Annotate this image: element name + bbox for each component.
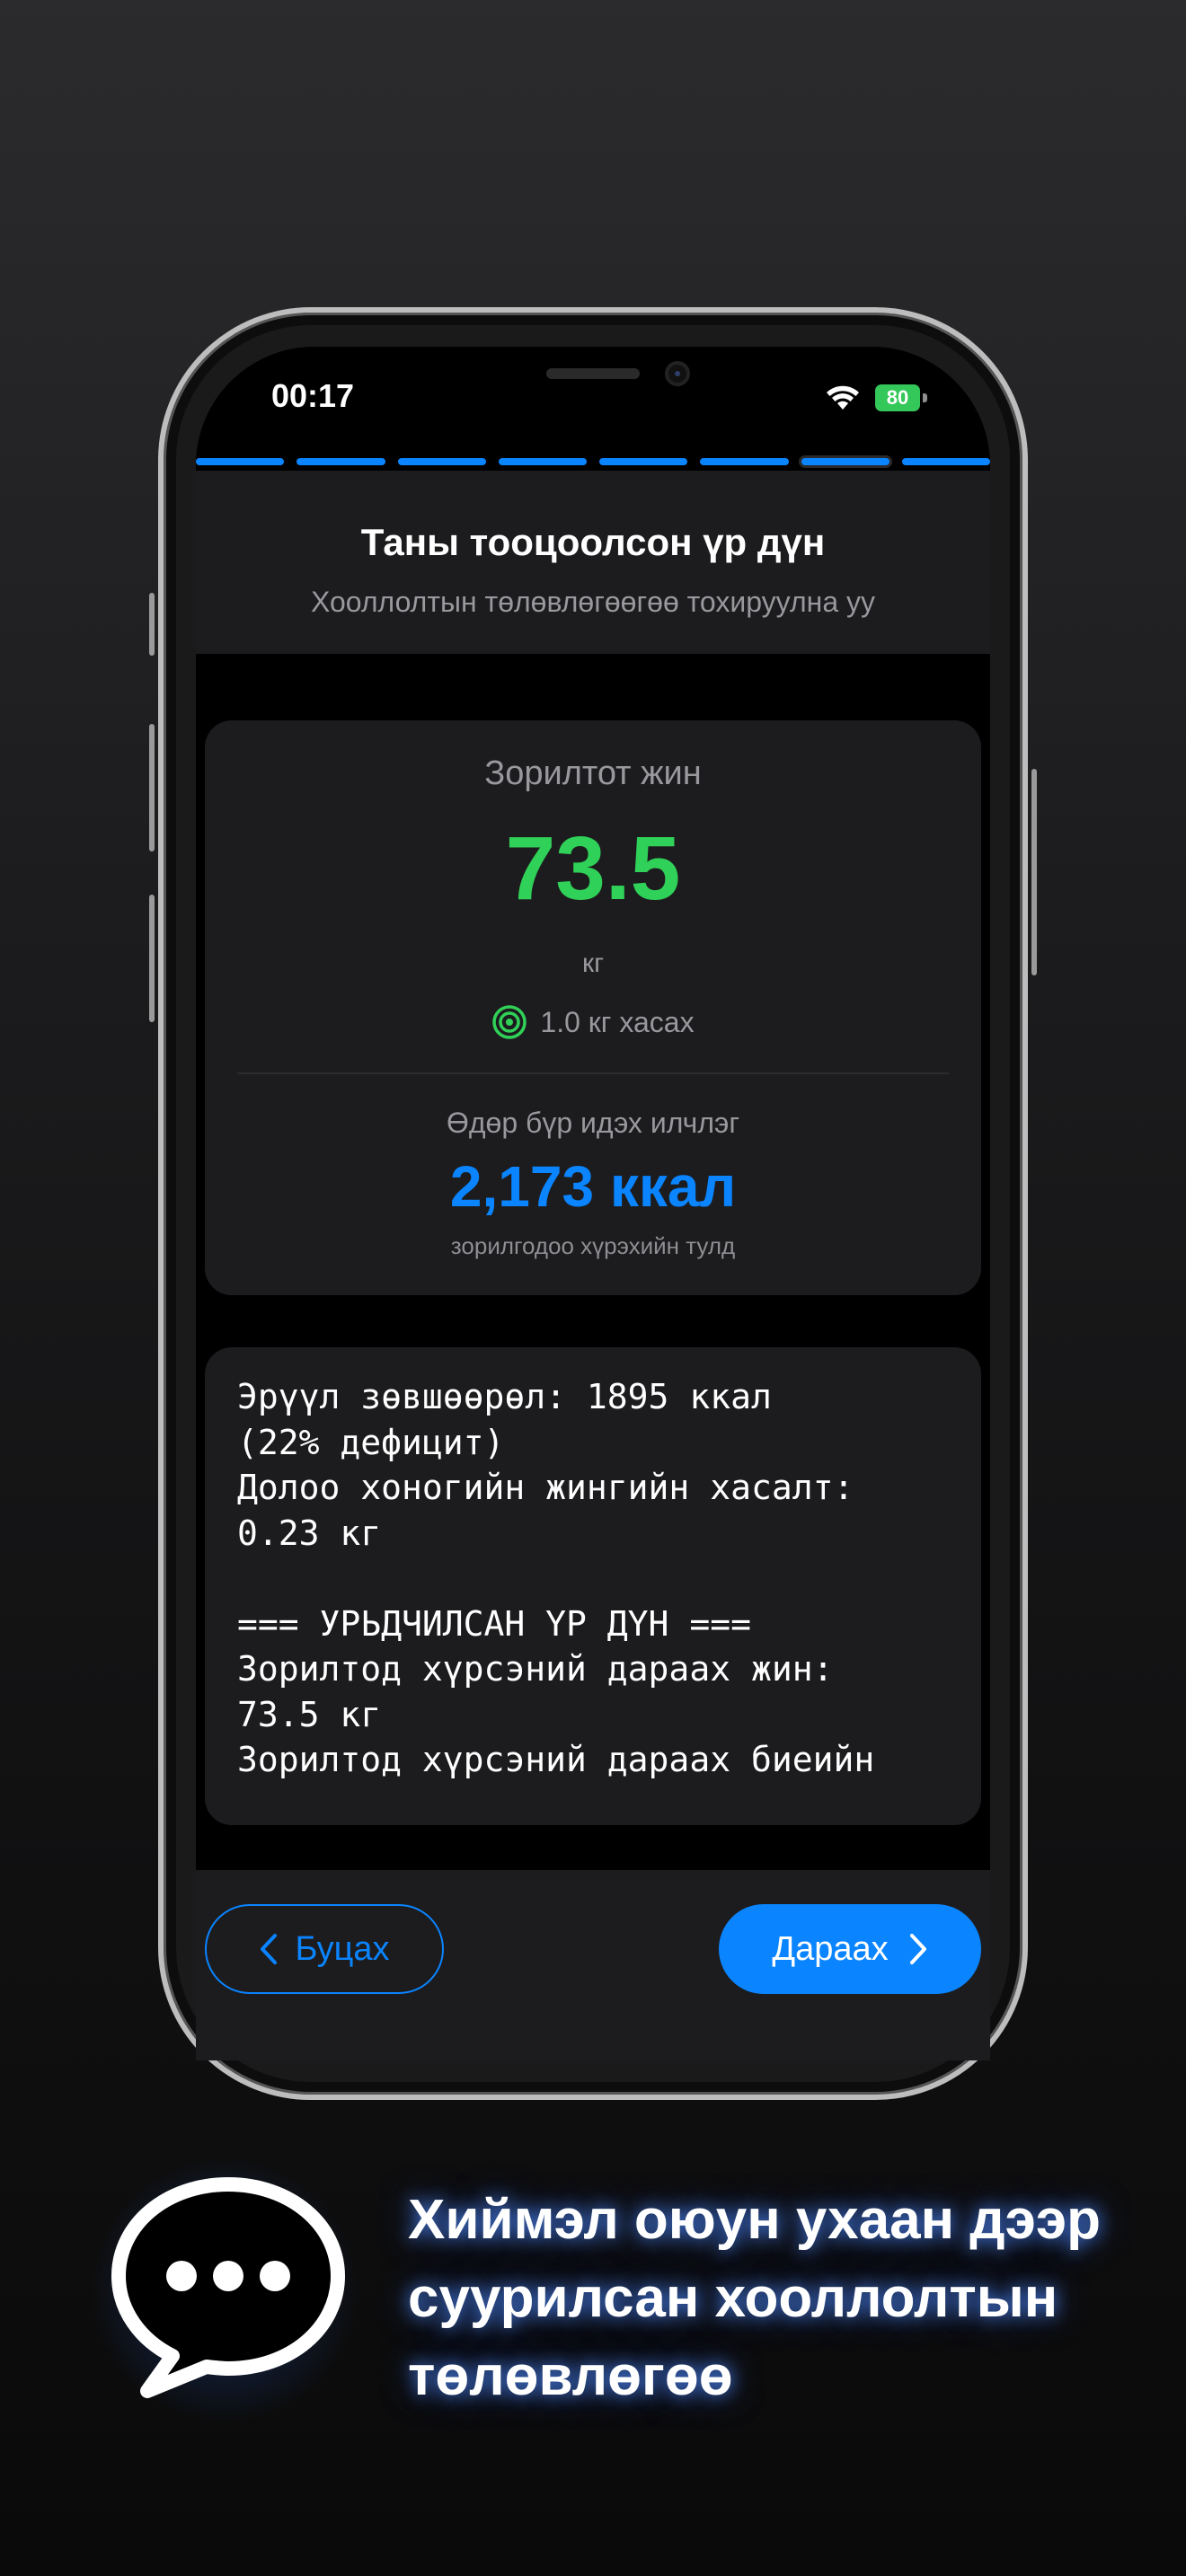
- promo-caption: Хиймэл оюун ухаан дээр суурилсан хооллол…: [408, 2181, 1101, 2415]
- notch: [377, 347, 816, 419]
- progress-segment: [498, 458, 587, 465]
- back-button-label: Буцах: [295, 1929, 390, 1968]
- phone-power-button: [1031, 769, 1037, 975]
- weight-loss-text: 1.0 кг хасах: [540, 1005, 695, 1038]
- card-divider: [237, 1072, 949, 1074]
- daily-calories-note: зорилгодоо хүрэхийн тулд: [450, 1232, 736, 1259]
- phone-volume-up: [149, 724, 155, 851]
- phone-side-button: [149, 593, 155, 656]
- progress-segment: [397, 458, 486, 465]
- speaker: [546, 368, 640, 379]
- promo-line-2: суурилсан хооллолтын: [408, 2267, 1058, 2329]
- chevron-left-icon: [261, 1934, 278, 1964]
- next-button[interactable]: Дараах: [719, 1904, 981, 1994]
- page-title: Таны тооцоолсон үр дүн: [360, 521, 826, 563]
- step-progress: [196, 458, 990, 467]
- target-icon: [492, 1005, 527, 1039]
- battery-indicator: 80: [875, 384, 920, 411]
- chevron-right-icon: [909, 1934, 926, 1964]
- back-button[interactable]: Буцах: [205, 1904, 444, 1994]
- progress-segment: [196, 458, 285, 465]
- promo-line-3: төлөвлөгөө: [408, 2345, 733, 2407]
- details-card[interactable]: Эрүүл зөвшөөрөл: 1895 ккал (22% дефицит)…: [205, 1347, 981, 1825]
- target-weight-label: Зорилтот жин: [484, 754, 702, 792]
- progress-segment: [296, 458, 385, 465]
- next-button-label: Дараах: [772, 1929, 889, 1968]
- progress-segment: [700, 458, 789, 465]
- daily-calories-value: 2,173 ккал: [449, 1154, 737, 1219]
- wifi-icon: [827, 385, 859, 410]
- screen-header: Таны тооцоолсон үр дүн Хооллолтын төлөвл…: [196, 471, 990, 654]
- progress-segment: [801, 458, 890, 465]
- status-time: 00:17: [271, 377, 355, 414]
- progress-segment: [901, 458, 990, 465]
- target-weight-unit: кг: [581, 948, 605, 978]
- result-card: Зорилтот жин 73.5 кг 1.0 кг хасах Өдөр б…: [205, 720, 981, 1295]
- progress-segment: [599, 458, 688, 465]
- daily-calories-label: Өдөр бүр идэх илчлэг: [446, 1107, 739, 1139]
- promo-line-1: Хиймэл оюун ухаан дээр: [408, 2189, 1101, 2251]
- target-weight-value: 73.5: [505, 818, 681, 919]
- phone-volume-down: [149, 895, 155, 1022]
- front-camera: [665, 361, 690, 386]
- page-subtitle: Хооллолтын төлөвлөгөөгөө тохируулна уу: [310, 586, 875, 618]
- details-text: Эрүүл зөвшөөрөл: 1895 ккал (22% дефицит)…: [237, 1377, 875, 1779]
- chat-bubble-icon: [111, 2177, 345, 2398]
- weight-loss-row: 1.0 кг хасах: [205, 1004, 981, 1040]
- battery-tip: [923, 393, 927, 402]
